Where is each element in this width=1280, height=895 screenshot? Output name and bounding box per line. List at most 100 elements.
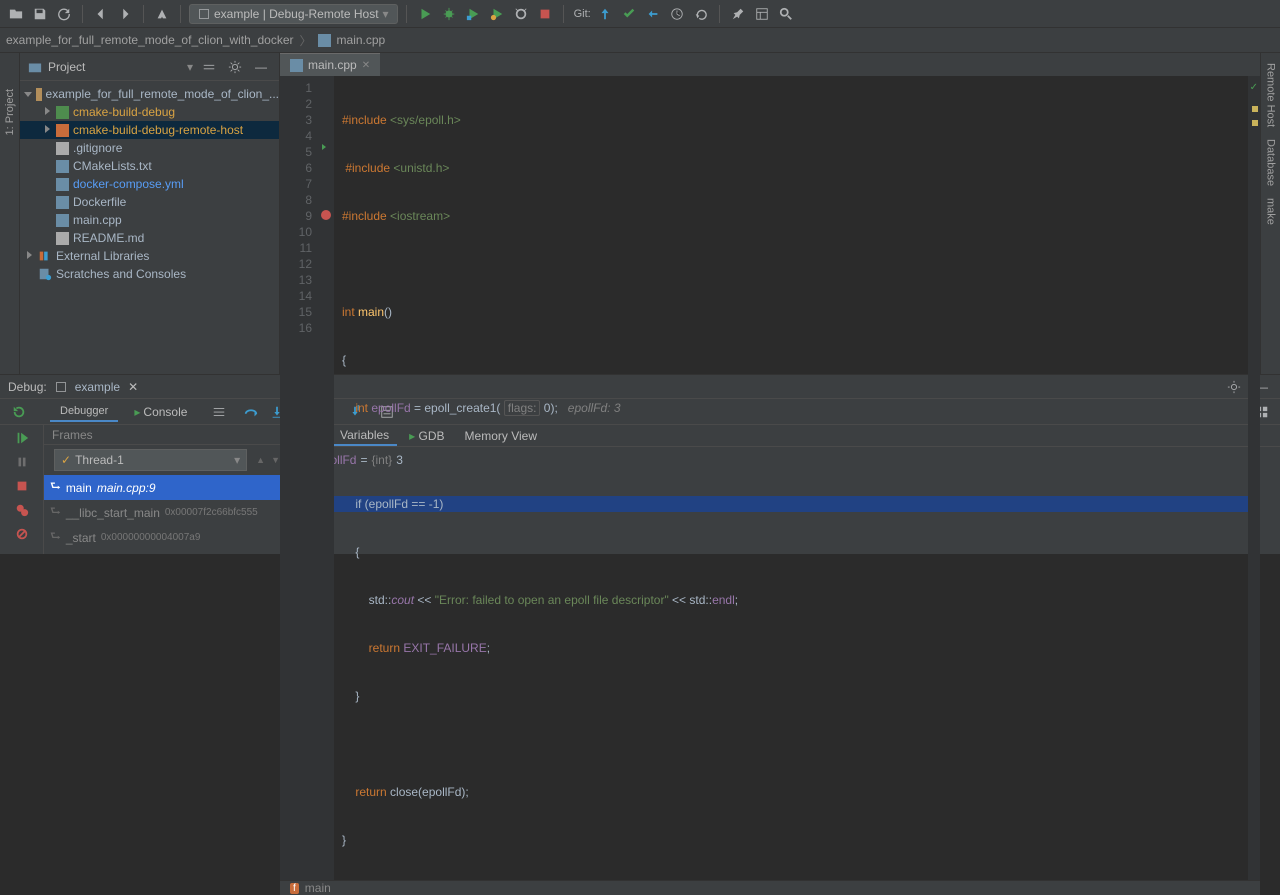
tree-folder[interactable]: cmake-build-debug: [20, 103, 279, 121]
git-push-icon[interactable]: [643, 4, 663, 24]
nav-project[interactable]: example_for_full_remote_mode_of_clion_wi…: [6, 33, 294, 47]
git-label: Git:: [574, 8, 591, 20]
mute-breakpoints-icon[interactable]: [11, 523, 33, 545]
settings-icon[interactable]: [728, 4, 748, 24]
folder-icon: [56, 106, 69, 119]
frames-header: Frames: [44, 425, 287, 445]
editor-area: main.cpp ✕ 12345678910111213141516 #incl…: [280, 53, 1260, 374]
debug-icon[interactable]: [439, 4, 459, 24]
profile-icon[interactable]: [487, 4, 507, 24]
debug-left-toolbar: [0, 425, 44, 554]
tree-file[interactable]: main.cpp: [20, 211, 279, 229]
status-ok-icon: ✓: [1250, 80, 1258, 96]
main-toolbar: example | Debug-Remote Host ▾ Git:: [0, 0, 1280, 28]
tree-external[interactable]: External Libraries: [20, 247, 279, 265]
project-tree: example_for_full_remote_mode_of_clion_..…: [20, 81, 279, 374]
coverage-icon[interactable]: [463, 4, 483, 24]
file-icon: [56, 142, 69, 155]
frame-row[interactable]: ⮑_start 0x00000000004007a9: [44, 525, 287, 550]
frame-row[interactable]: ⮑main main.cpp:9: [44, 475, 287, 500]
editor-tab-active[interactable]: main.cpp ✕: [280, 53, 380, 76]
view-breakpoints-icon[interactable]: [11, 499, 33, 521]
git-history-icon[interactable]: [667, 4, 687, 24]
folder-icon: [56, 124, 69, 137]
cpp-file-icon: [56, 214, 69, 227]
close-tab-icon[interactable]: ✕: [362, 60, 370, 71]
run-gutter-icon[interactable]: [322, 144, 326, 150]
step-over-icon[interactable]: [241, 402, 261, 422]
breadcrumb-bar: f main: [280, 880, 1260, 895]
tree-root[interactable]: example_for_full_remote_mode_of_clion_..…: [20, 85, 279, 103]
tree-file[interactable]: Dockerfile: [20, 193, 279, 211]
nav-file[interactable]: main.cpp: [337, 33, 386, 47]
file-icon: [56, 178, 69, 191]
project-collapse-icon[interactable]: [199, 57, 219, 77]
rerun-icon[interactable]: [8, 401, 30, 423]
console-tab[interactable]: ▸ Console: [124, 402, 197, 422]
tab-label: main.cpp: [308, 58, 357, 72]
close-session-icon[interactable]: ✕: [128, 380, 138, 394]
file-icon: [56, 196, 69, 209]
left-tool-gutter: 1: Project: [0, 53, 20, 374]
frames-panel: Frames ✓ Thread-1 ▾ ▲ ▼ ⮑main main.cpp:9…: [44, 425, 288, 554]
back-icon[interactable]: [91, 4, 111, 24]
thread-selector[interactable]: ✓ Thread-1 ▾: [54, 449, 247, 471]
step-config-icon[interactable]: [209, 402, 229, 422]
frame-up-icon[interactable]: ▲: [253, 456, 268, 464]
git-update-icon[interactable]: [595, 4, 615, 24]
save-icon[interactable]: [30, 4, 50, 24]
editor-marker-bar: ✓: [1248, 76, 1260, 880]
debugger-tab[interactable]: Debugger: [50, 402, 118, 422]
code-editor[interactable]: 12345678910111213141516 #include <sys/ep…: [280, 76, 1260, 880]
pause-icon[interactable]: [11, 451, 33, 473]
run-configuration-selector[interactable]: example | Debug-Remote Host ▾: [189, 4, 398, 24]
stop-debug-icon[interactable]: [11, 475, 33, 497]
function-icon: f: [290, 883, 299, 894]
line-gutter: 12345678910111213141516: [280, 76, 320, 880]
make-tool-button[interactable]: make: [1265, 192, 1277, 231]
git-rollback-icon[interactable]: [691, 4, 711, 24]
warning-marker[interactable]: [1252, 120, 1258, 126]
project-panel: Project ▾ — example_for_full_remote_mode…: [20, 53, 280, 374]
run-config-label: example | Debug-Remote Host: [214, 7, 379, 21]
tree-file[interactable]: CMakeLists.txt: [20, 157, 279, 175]
database-tool-button[interactable]: Database: [1265, 133, 1277, 192]
git-commit-icon[interactable]: [619, 4, 639, 24]
warning-marker[interactable]: [1252, 106, 1258, 112]
file-icon: [56, 232, 69, 245]
folder-icon: [36, 88, 42, 101]
remote-host-tool-button[interactable]: Remote Host: [1265, 57, 1277, 133]
navigation-bar: example_for_full_remote_mode_of_clion_wi…: [0, 28, 1280, 53]
project-settings-icon[interactable]: [225, 57, 245, 77]
main-area: 1: Project Project ▾ — example_for_full_…: [0, 53, 1280, 374]
stop-icon[interactable]: [535, 4, 555, 24]
cpp-file-icon: [318, 34, 331, 47]
search-icon[interactable]: [776, 4, 796, 24]
tree-file[interactable]: .gitignore: [20, 139, 279, 157]
editor-tabs: main.cpp ✕: [280, 53, 1260, 76]
structure-icon[interactable]: [752, 4, 772, 24]
project-tool-button[interactable]: 1: Project: [4, 83, 16, 141]
open-icon[interactable]: [6, 4, 26, 24]
tree-file[interactable]: README.md: [20, 229, 279, 247]
tree-scratches[interactable]: Scratches and Consoles: [20, 265, 279, 283]
breadcrumb-fn[interactable]: main: [305, 881, 331, 895]
cpp-file-icon: [290, 59, 303, 72]
run-icon[interactable]: [415, 4, 435, 24]
code-body[interactable]: #include <sys/epoll.h> #include <unistd.…: [334, 76, 1248, 880]
build-icon[interactable]: [152, 4, 172, 24]
resume-icon[interactable]: [11, 427, 33, 449]
attach-icon[interactable]: [511, 4, 531, 24]
debug-session[interactable]: example: [75, 380, 120, 394]
project-header: Project ▾ —: [20, 53, 279, 81]
breakpoint-icon[interactable]: [321, 210, 331, 220]
project-hide-icon[interactable]: —: [251, 57, 271, 77]
right-tool-gutter: Remote Host Database make: [1260, 53, 1280, 374]
frame-row[interactable]: ⮑__libc_start_main 0x00007f2c66bfc555: [44, 500, 287, 525]
tree-folder[interactable]: cmake-build-debug-remote-host: [20, 121, 279, 139]
refresh-icon[interactable]: [54, 4, 74, 24]
project-title: Project: [48, 60, 181, 74]
tree-file[interactable]: docker-compose.yml: [20, 175, 279, 193]
forward-icon[interactable]: [115, 4, 135, 24]
debug-label: Debug:: [8, 380, 47, 394]
